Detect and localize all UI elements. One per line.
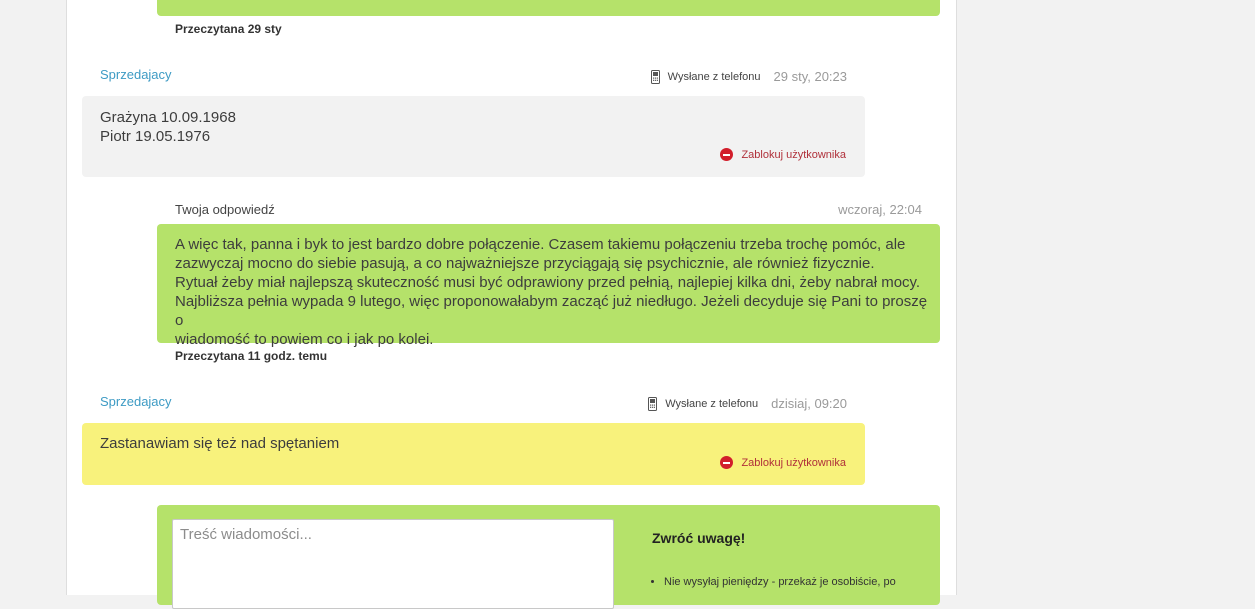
notice-title: Zwróć uwagę!	[652, 530, 746, 546]
message-time: wczoraj, 22:04	[838, 202, 922, 217]
notice-item: Nie wysyłaj pieniędzy - przekaż je osobi…	[664, 574, 939, 590]
sender-link[interactable]: Sprzedajacy	[100, 67, 172, 82]
sent-via-label: Wysłane z telefonu	[665, 397, 759, 410]
message-time: 29 sty, 20:23	[773, 69, 847, 84]
read-status: Przeczytana 11 godz. temu	[175, 349, 328, 363]
block-user-label: Zablokuj użytkownika	[741, 148, 846, 161]
block-user-link[interactable]: Zablokuj użytkownika	[720, 456, 846, 469]
previous-message-bubble	[157, 0, 940, 16]
no-entry-icon	[720, 456, 734, 469]
block-user-link[interactable]: Zablokuj użytkownika	[720, 148, 846, 161]
mobile-phone-icon	[650, 69, 660, 84]
message-time: dzisiaj, 09:20	[771, 396, 847, 411]
sender-link[interactable]: Sprzedajacy	[100, 394, 172, 409]
message-input[interactable]	[172, 519, 614, 609]
message-text: Grażyna 10.09.1968 Piotr 19.05.1976	[100, 109, 236, 145]
no-entry-icon	[720, 148, 734, 161]
sent-via-label: Wysłane z telefonu	[667, 70, 761, 83]
message-meta: Wysłane z telefonu dzisiaj, 09:20	[648, 396, 847, 411]
message-meta: Wysłane z telefonu 29 sty, 20:23	[650, 69, 847, 84]
incoming-message-bubble: Grażyna 10.09.1968 Piotr 19.05.1976 Zabl…	[82, 96, 865, 177]
notice-list: Nie wysyłaj pieniędzy - przekaż je osobi…	[651, 574, 939, 590]
message-text: Zastanawiam się też nad spętaniem	[100, 435, 340, 452]
mobile-phone-icon	[648, 396, 658, 411]
outgoing-message-bubble: A więc tak, panna i byk to jest bardzo d…	[157, 224, 940, 348]
block-user-label: Zablokuj użytkownika	[741, 456, 846, 469]
read-status: Przeczytana 29 sty	[175, 22, 282, 36]
incoming-message-bubble: Zastanawiam się też nad spętaniem Zablok…	[82, 423, 865, 485]
reply-label: Twoja odpowiedź	[175, 202, 275, 217]
message-text: A więc tak, panna i byk to jest bardzo d…	[175, 236, 928, 348]
